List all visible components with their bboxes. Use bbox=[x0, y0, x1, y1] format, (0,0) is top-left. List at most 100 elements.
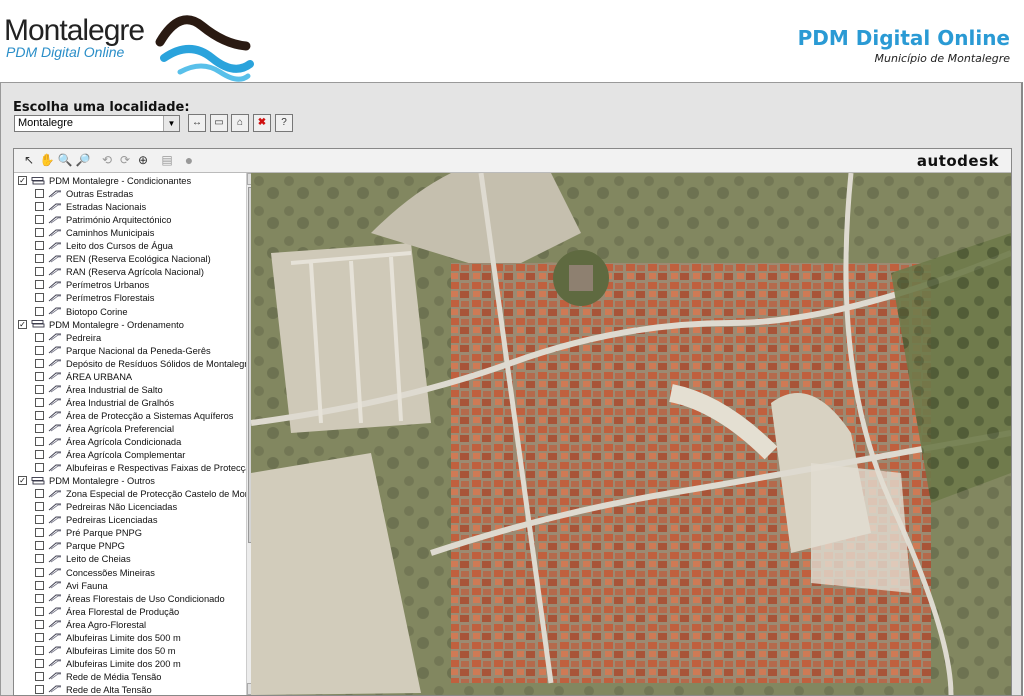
layer-checkbox[interactable] bbox=[35, 658, 44, 668]
refresh-icon[interactable]: ● bbox=[181, 153, 197, 168]
layer-checkbox[interactable] bbox=[35, 371, 44, 381]
pan-icon[interactable]: ✋ bbox=[39, 153, 55, 168]
layer-checkbox[interactable] bbox=[35, 554, 44, 564]
layer-checkbox[interactable] bbox=[35, 528, 44, 538]
layer-checkbox[interactable] bbox=[35, 228, 44, 238]
layer-checkbox[interactable]: ✓ bbox=[18, 176, 27, 186]
layer-item[interactable]: Estradas Nacionais bbox=[35, 201, 146, 214]
layer-checkbox[interactable] bbox=[35, 189, 44, 199]
layer-item[interactable]: Albufeiras Limite dos 50 m bbox=[35, 645, 176, 658]
layer-checkbox[interactable] bbox=[35, 254, 44, 264]
layer-checkbox[interactable] bbox=[35, 280, 44, 290]
layer-group[interactable]: ✓ PDM Montalegre - Condicionantes bbox=[18, 175, 191, 188]
location-select[interactable]: Montalegre ▼ bbox=[14, 115, 180, 132]
layer-item[interactable]: Albufeiras Limite dos 200 m bbox=[35, 658, 181, 671]
home-button[interactable]: ⌂ bbox=[231, 114, 249, 132]
layer-checkbox[interactable] bbox=[35, 423, 44, 433]
layer-item[interactable]: Avi Fauna bbox=[35, 580, 108, 593]
layer-label: Área Industrial de Gralhós bbox=[66, 397, 175, 408]
layer-item[interactable]: Albufeiras e Respectivas Faixas de Prote… bbox=[35, 462, 246, 475]
layer-item[interactable]: Área Industrial de Gralhós bbox=[35, 397, 174, 410]
layer-item[interactable]: Biotopo Corine bbox=[35, 306, 128, 319]
layer-checkbox[interactable] bbox=[35, 606, 44, 616]
layer-checkbox[interactable] bbox=[35, 619, 44, 629]
layer-checkbox[interactable] bbox=[35, 293, 44, 303]
layer-label: Área Agrícola Preferencial bbox=[66, 423, 175, 434]
layer-item[interactable]: Depósito de Resíduos Sólidos de Montaleg… bbox=[35, 358, 246, 371]
layer-checkbox[interactable] bbox=[35, 202, 44, 212]
layer-checkbox[interactable] bbox=[35, 215, 44, 225]
layer-checkbox[interactable] bbox=[35, 593, 44, 603]
layer-item[interactable]: Pedreiras Licenciadas bbox=[35, 514, 157, 527]
layer-item[interactable]: Concessões Mineiras bbox=[35, 567, 155, 580]
layer-item[interactable]: Área Agrícola Complementar bbox=[35, 449, 185, 462]
print-icon[interactable]: ▤ bbox=[159, 153, 175, 168]
layer-checkbox[interactable] bbox=[35, 450, 44, 460]
layer-checkbox[interactable] bbox=[35, 306, 44, 316]
layer-item[interactable]: Área Florestal de Produção bbox=[35, 606, 179, 619]
layer-group[interactable]: ✓ PDM Montalegre - Outros bbox=[18, 475, 155, 488]
layer-item[interactable]: Leito de Cheias bbox=[35, 553, 131, 566]
layer-checkbox[interactable] bbox=[35, 541, 44, 551]
layer-checkbox[interactable] bbox=[35, 684, 44, 694]
layer-item[interactable]: Pedreira bbox=[35, 332, 101, 345]
layer-item[interactable]: Área Agrícola Preferencial bbox=[35, 423, 174, 436]
layer-item[interactable]: RAN (Reserva Agrícola Nacional) bbox=[35, 266, 204, 279]
layer-item[interactable]: Área Industrial de Salto bbox=[35, 384, 163, 397]
layer-checkbox[interactable] bbox=[35, 332, 44, 342]
layer-item[interactable]: Perímetros Urbanos bbox=[35, 279, 149, 292]
layer-checkbox[interactable] bbox=[35, 502, 44, 512]
layer-checkbox[interactable] bbox=[35, 645, 44, 655]
select-icon[interactable]: ↖ bbox=[21, 153, 37, 168]
layer-label: ÁREA URBANA bbox=[66, 371, 133, 382]
layer-item[interactable]: Área Agrícola Condicionada bbox=[35, 436, 181, 449]
aerial-map[interactable] bbox=[251, 173, 1011, 695]
layer-item[interactable]: ÁREA URBANA bbox=[35, 371, 132, 384]
layer-checkbox[interactable] bbox=[35, 437, 44, 447]
layer-item[interactable]: REN (Reserva Ecológica Nacional) bbox=[35, 253, 211, 266]
layer-item[interactable]: Área Agro-Florestal bbox=[35, 619, 146, 632]
zoom-next-icon[interactable]: ⟳ bbox=[117, 153, 133, 168]
layer-checkbox[interactable]: ✓ bbox=[18, 319, 27, 329]
layer-item[interactable]: Parque PNPG bbox=[35, 540, 125, 553]
zoom-window-icon[interactable]: ⊕ bbox=[135, 153, 151, 168]
layer-checkbox[interactable]: ✓ bbox=[18, 476, 27, 486]
layer-item[interactable]: Pré Parque PNPG bbox=[35, 527, 142, 540]
layer-item[interactable]: Outras Estradas bbox=[35, 188, 133, 201]
layer-checkbox[interactable] bbox=[35, 463, 44, 473]
layer-checkbox[interactable] bbox=[35, 580, 44, 590]
layer-checkbox[interactable] bbox=[35, 567, 44, 577]
layer-checkbox[interactable] bbox=[35, 489, 44, 499]
layer-item[interactable]: Zona Especial de Protecção Castelo de Mo… bbox=[35, 488, 246, 501]
zoom-in-icon[interactable]: 🔍 bbox=[57, 153, 73, 168]
close-button[interactable]: ✖ bbox=[253, 114, 271, 132]
layer-group[interactable]: ✓ PDM Montalegre - Ordenamento bbox=[18, 319, 184, 332]
layer-checkbox[interactable] bbox=[35, 632, 44, 642]
help-button[interactable]: ? bbox=[275, 114, 293, 132]
layer-checkbox[interactable] bbox=[35, 515, 44, 525]
zoom-previous-icon[interactable]: ⟲ bbox=[99, 153, 115, 168]
layer-checkbox[interactable] bbox=[35, 671, 44, 681]
layer-checkbox[interactable] bbox=[35, 345, 44, 355]
layer-checkbox[interactable] bbox=[35, 358, 44, 368]
ruler-button[interactable]: ↔ bbox=[188, 114, 206, 132]
zoom-out-icon[interactable]: 🔎 bbox=[75, 153, 91, 168]
layer-item[interactable]: Leito dos Cursos de Água bbox=[35, 240, 173, 253]
layer-checkbox[interactable] bbox=[35, 384, 44, 394]
layer-checkbox[interactable] bbox=[35, 241, 44, 251]
layer-item[interactable]: Pedreiras Não Licenciadas bbox=[35, 501, 177, 514]
layer-item[interactable]: Património Arquitectónico bbox=[35, 214, 171, 227]
layer-item[interactable]: Caminhos Municipais bbox=[35, 227, 154, 240]
layer-checkbox[interactable] bbox=[35, 397, 44, 407]
layer-checkbox[interactable] bbox=[35, 267, 44, 277]
chevron-down-icon[interactable]: ▼ bbox=[163, 116, 179, 131]
layer-item[interactable]: Parque Nacional da Peneda-Gerês bbox=[35, 345, 211, 358]
layer-item[interactable]: Rede de Média Tensão bbox=[35, 671, 161, 684]
frame-button[interactable]: ▭ bbox=[210, 114, 228, 132]
layer-item[interactable]: Perímetros Florestais bbox=[35, 292, 154, 305]
layer-item[interactable]: Área de Protecção a Sistemas Aquíferos bbox=[35, 410, 233, 423]
layer-item[interactable]: Rede de Alta Tensão bbox=[35, 684, 152, 695]
layer-item[interactable]: Áreas Florestais de Uso Condicionado bbox=[35, 593, 225, 606]
layer-checkbox[interactable] bbox=[35, 410, 44, 420]
layer-item[interactable]: Albufeiras Limite dos 500 m bbox=[35, 632, 181, 645]
